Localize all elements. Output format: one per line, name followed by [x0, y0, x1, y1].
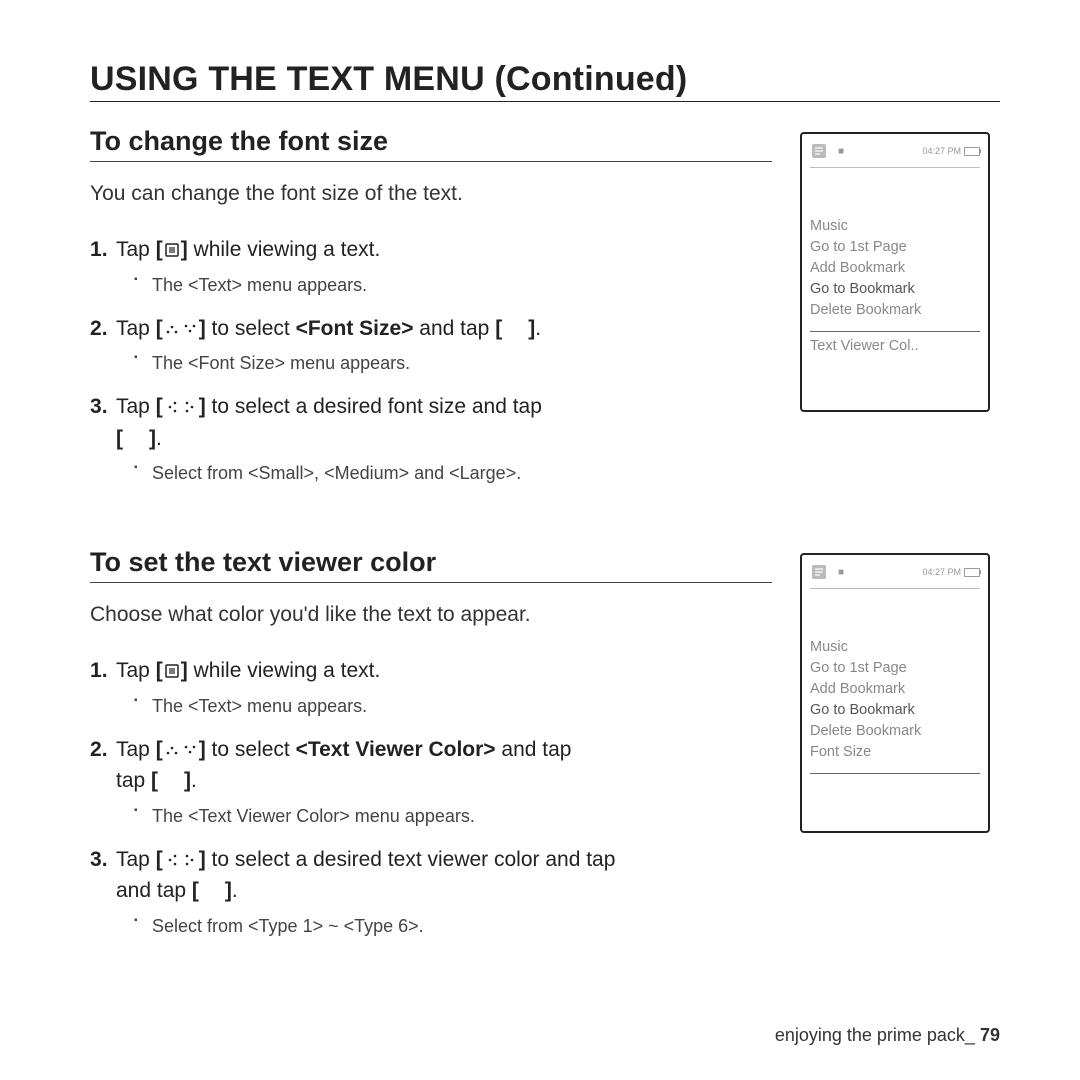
substep: The <Font Size> menu appears. [134, 350, 772, 377]
left-icon [164, 399, 180, 415]
device-mockup-a: ■ 04:27 PM Music Go to 1st Page Add Book… [800, 132, 990, 412]
up-icon [164, 321, 180, 337]
menu-item: Music [810, 218, 980, 234]
battery-icon [964, 147, 980, 156]
page-title: USING THE TEXT MENU (Continued) [90, 60, 1000, 99]
menu-item: Text Viewer Col.. [810, 331, 980, 354]
text-bold: <Text Viewer Color> [296, 738, 496, 761]
substep: The <Text> menu appears. [134, 272, 772, 299]
title-rule [90, 101, 1000, 102]
section-heading: To change the font size [90, 126, 772, 162]
menu-icon [164, 242, 180, 258]
device-menu-list: Music Go to 1st Page Add Bookmark Go to … [810, 639, 980, 780]
text: Tap [116, 848, 156, 871]
section-viewer-color: To set the text viewer color Choose what… [90, 547, 1000, 954]
step-1: Tap [] while viewing a text. The <Text> … [90, 655, 772, 720]
text: to select [206, 738, 296, 761]
text: Tap [116, 317, 156, 340]
text: Tap [116, 238, 156, 261]
menu-item: Go to Bookmark [810, 702, 980, 718]
text: while viewing a text. [188, 659, 381, 682]
down-icon [182, 321, 198, 337]
up-icon [164, 742, 180, 758]
text: and tap [496, 738, 572, 761]
menu-item: Delete Bookmark [810, 302, 980, 318]
steps-list: Tap [] while viewing a text. The <Text> … [90, 234, 772, 487]
text: Tap [116, 395, 156, 418]
substep: Select from <Type 1> ~ <Type 6>. [134, 913, 772, 940]
step-2: Tap [] to select <Text Viewer Color> and… [90, 734, 772, 830]
steps-list: Tap [] while viewing a text. The <Text> … [90, 655, 772, 940]
section-intro: Choose what color you'd like the text to… [90, 603, 772, 627]
dot-icon: ■ [838, 567, 844, 578]
step-3: Tap [] to select a desired text viewer c… [90, 844, 772, 940]
device-menu-list: Music Go to 1st Page Add Bookmark Go to … [810, 218, 980, 354]
menu-item: Delete Bookmark [810, 723, 980, 739]
section-intro: You can change the font size of the text… [90, 182, 772, 206]
menu-item: Music [810, 639, 980, 655]
text: to select a desired text viewer color an… [206, 848, 616, 871]
device-status: 04:27 PM [922, 567, 980, 577]
substep: The <Text Viewer Color> menu appears. [134, 803, 772, 830]
step-1: Tap [] while viewing a text. The <Text> … [90, 234, 772, 299]
text-app-icon [810, 142, 828, 160]
step-2: Tap [] to select <Font Size> and tap [].… [90, 313, 772, 378]
battery-icon [964, 568, 980, 577]
menu-item: Go to 1st Page [810, 660, 980, 676]
left-icon [164, 852, 180, 868]
step-3: Tap [] to select a desired font size and… [90, 391, 772, 487]
section-font-size: To change the font size You can change t… [90, 126, 1000, 501]
text-bold: <Font Size> [296, 317, 414, 340]
page-footer: enjoying the prime pack_ 79 [775, 1025, 1000, 1046]
down-icon [182, 742, 198, 758]
menu-item: Go to Bookmark [810, 281, 980, 297]
menu-item: Add Bookmark [810, 681, 980, 697]
substep: Select from <Small>, <Medium> and <Large… [134, 460, 772, 487]
text-app-icon [810, 563, 828, 581]
dot-icon: ■ [838, 146, 844, 157]
menu-item: Go to 1st Page [810, 239, 980, 255]
device-mockup-b: ■ 04:27 PM Music Go to 1st Page Add Book… [800, 553, 990, 833]
menu-divider [810, 773, 980, 780]
text: and tap [413, 317, 495, 340]
menu-item: Add Bookmark [810, 260, 980, 276]
text: to select a desired font size and tap [206, 395, 542, 418]
text: to select [206, 317, 296, 340]
section-heading: To set the text viewer color [90, 547, 772, 583]
right-icon [182, 852, 198, 868]
menu-item: Font Size [810, 744, 980, 760]
substep: The <Text> menu appears. [134, 693, 772, 720]
text: Tap [116, 659, 156, 682]
text: while viewing a text. [188, 238, 381, 261]
device-status: 04:27 PM [922, 146, 980, 156]
right-icon [182, 399, 198, 415]
menu-icon [164, 663, 180, 679]
text: Tap [116, 738, 156, 761]
